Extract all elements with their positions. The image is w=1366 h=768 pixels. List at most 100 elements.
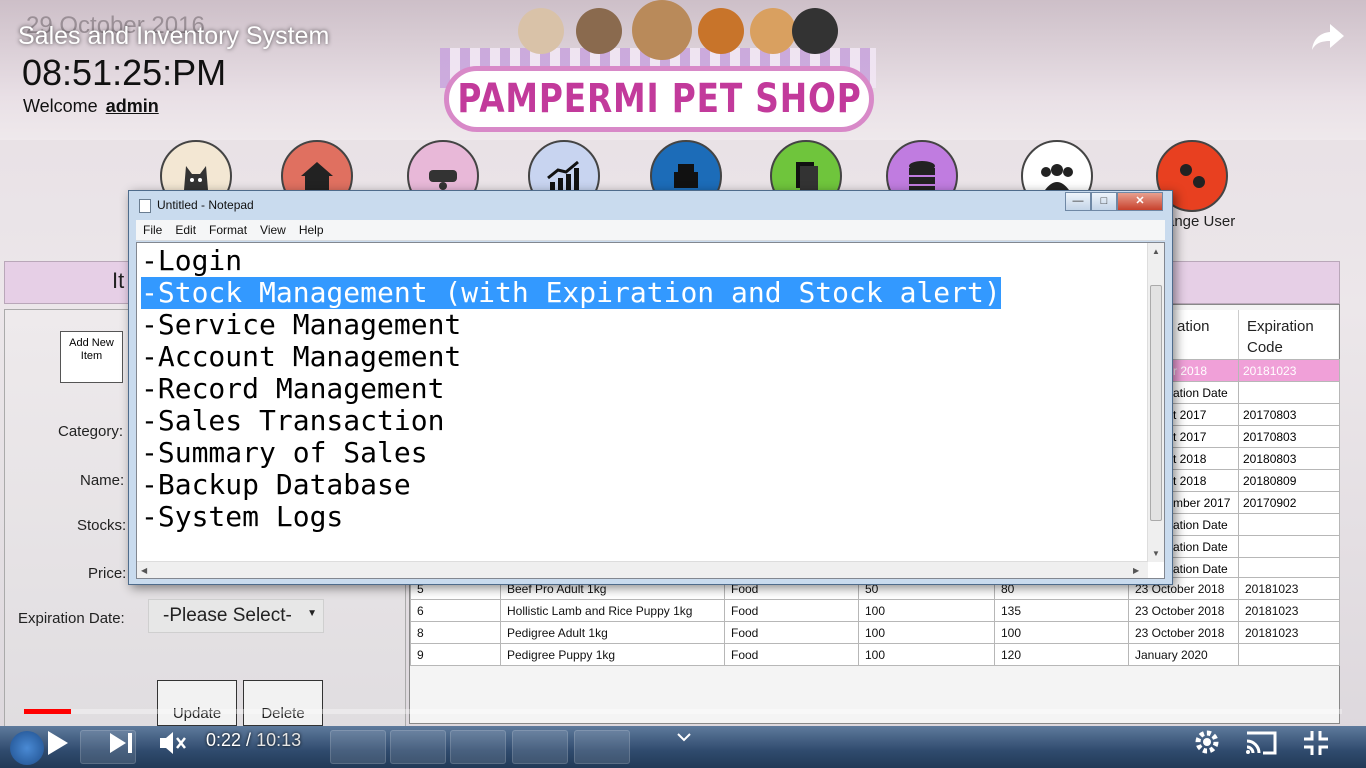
selected-text-line[interactable]: -Stock Management (with Expiration and S… xyxy=(141,277,1001,309)
shop-logo: PAMPERMI PET SHOP xyxy=(440,0,876,136)
table-cell: January 2020 xyxy=(1128,643,1239,666)
text-line[interactable]: -Sales Transaction xyxy=(141,405,444,437)
table-row[interactable]: 9 Pedigree Puppy 1kg Food 100 120 January 202… xyxy=(410,643,1340,666)
progress-played xyxy=(24,709,72,714)
name-label: Name: xyxy=(80,472,125,489)
table-cell: mber 2017 xyxy=(1168,491,1239,514)
table-cell: ation Date xyxy=(1168,513,1239,536)
scrollbar-thumb[interactable] xyxy=(1150,285,1162,521)
video-title[interactable]: Sales and Inventory System xyxy=(18,22,329,51)
table-cell: 100 xyxy=(994,621,1129,644)
table-cell: Pedigree Puppy 1kg xyxy=(500,643,725,666)
app-taskbar-icon[interactable] xyxy=(512,730,568,764)
table-cell: t 2018 xyxy=(1168,447,1239,470)
text-line[interactable]: -Login xyxy=(141,245,242,277)
notepad-taskbar-icon[interactable] xyxy=(450,730,506,764)
minimize-button[interactable]: — xyxy=(1065,192,1091,211)
table-row[interactable]: r 2018 20181023 xyxy=(1168,359,1340,382)
scroll-right-icon[interactable]: ▶ xyxy=(1133,566,1139,575)
table-cell: r 2018 xyxy=(1168,359,1239,382)
add-new-item-button[interactable]: Add New Item xyxy=(60,331,123,383)
clock-label: 08:51:25:PM xyxy=(22,52,227,93)
expiration-header[interactable]: ation xyxy=(1168,310,1238,360)
table-cell xyxy=(1238,535,1340,558)
chevron-down-icon[interactable] xyxy=(676,732,692,742)
scroll-left-icon[interactable]: ◀ xyxy=(141,566,147,575)
menu-view[interactable]: View xyxy=(253,220,292,237)
text-line[interactable]: -Record Management xyxy=(141,373,444,405)
cast-icon[interactable] xyxy=(1243,729,1279,757)
table-row[interactable]: mber 2017 20170902 xyxy=(1168,491,1340,514)
table-row[interactable]: t 2017 20170803 xyxy=(1168,425,1340,448)
username-link[interactable]: admin xyxy=(106,96,159,116)
current-time: 0:22 xyxy=(206,730,242,750)
expiration-select[interactable]: -Please Select- ▼ xyxy=(148,599,324,633)
window-title: Untitled - Notepad xyxy=(157,198,254,212)
exit-fullscreen-icon[interactable] xyxy=(1302,729,1330,757)
scroll-down-icon[interactable]: ▼ xyxy=(1152,549,1160,558)
table-cell: 100 xyxy=(858,643,995,666)
visual-studio-taskbar-icon[interactable] xyxy=(390,730,446,764)
menu-file[interactable]: File xyxy=(136,220,168,237)
play-icon[interactable] xyxy=(46,729,70,757)
table-cell: 23 October 2018 xyxy=(1128,599,1239,622)
text-line[interactable]: -Account Management xyxy=(141,341,461,373)
total-time: 10:13 xyxy=(256,730,302,750)
table-row[interactable]: ation Date xyxy=(1168,381,1340,404)
menu-format[interactable]: Format xyxy=(202,220,253,237)
dog-icon xyxy=(698,8,744,54)
items-table-visible-part: r 2018 20181023 ation Date t 2017 20170803 t … xyxy=(1168,359,1340,580)
table-cell: 9 xyxy=(410,643,501,666)
text-line[interactable]: -Service Management xyxy=(141,309,461,341)
table-cell xyxy=(1238,513,1340,536)
update-button[interactable]: Update xyxy=(157,680,237,726)
table-row[interactable]: ation Date xyxy=(1168,513,1340,536)
chevron-down-icon: ▼ xyxy=(307,608,317,619)
next-icon[interactable] xyxy=(108,731,134,755)
table-cell: t 2018 xyxy=(1168,469,1239,492)
table-cell xyxy=(1238,381,1340,404)
scroll-up-icon[interactable]: ▲ xyxy=(1152,247,1160,256)
welcome-text: Welcome admin xyxy=(23,96,159,117)
table-row[interactable]: 8 Pedigree Adult 1kg Food 100 100 23 October … xyxy=(410,621,1340,644)
text-line[interactable]: -System Logs xyxy=(141,501,343,533)
app-taskbar-icon[interactable] xyxy=(574,730,630,764)
share-icon[interactable] xyxy=(1310,22,1346,52)
dog-icon xyxy=(518,8,564,54)
table-row[interactable]: t 2018 20180809 xyxy=(1168,469,1340,492)
table-cell: 23 October 2018 xyxy=(1128,621,1239,644)
gear-icon[interactable] xyxy=(1192,727,1222,757)
maximize-button[interactable]: □ xyxy=(1091,192,1117,211)
opera-taskbar-icon[interactable] xyxy=(330,730,386,764)
logo-banner: PAMPERMI PET SHOP xyxy=(444,66,874,132)
table-cell: Food xyxy=(724,599,859,622)
horizontal-scrollbar[interactable]: ◀ ▶ xyxy=(137,561,1148,578)
table-row[interactable]: t 2017 20170803 xyxy=(1168,403,1340,426)
expiration-select-value: -Please Select- xyxy=(163,605,292,626)
notepad-window[interactable]: Untitled - Notepad — □ ✕ File Edit Format V… xyxy=(128,190,1173,585)
text-line[interactable]: -Backup Database xyxy=(141,469,411,501)
start-orb-icon[interactable] xyxy=(10,731,44,765)
menu-edit[interactable]: Edit xyxy=(168,220,202,237)
table-cell: 20170803 xyxy=(1238,403,1340,426)
table-row[interactable]: 6 Hollistic Lamb and Rice Puppy 1kg Food 10… xyxy=(410,599,1340,622)
delete-button[interactable]: Delete xyxy=(243,680,323,726)
table-cell: 20181023 xyxy=(1238,577,1340,600)
table-row[interactable]: ation Date xyxy=(1168,535,1340,558)
table-row[interactable]: t 2018 20180803 xyxy=(1168,447,1340,470)
table-cell: 8 xyxy=(410,621,501,644)
notepad-icon xyxy=(139,199,151,213)
close-button[interactable]: ✕ xyxy=(1117,192,1163,211)
table-cell: 100 xyxy=(858,621,995,644)
menu-help[interactable]: Help xyxy=(292,220,330,237)
muted-volume-icon[interactable] xyxy=(158,729,188,757)
text-line[interactable]: -Summary of Sales xyxy=(141,437,428,469)
table-cell: 20170803 xyxy=(1238,425,1340,448)
progress-track[interactable] xyxy=(24,709,1342,714)
expiration-code-header[interactable]: Expiration Code xyxy=(1238,310,1338,360)
table-cell: t 2017 xyxy=(1168,403,1239,426)
vertical-scrollbar[interactable]: ▲ ▼ xyxy=(1147,243,1164,562)
table-cell: Food xyxy=(724,643,859,666)
items-table: 5 Beef Pro Adult 1kg Food 50 80 23 October 20… xyxy=(410,577,1340,666)
text-editor[interactable]: -Login -Stock Management (with Expiration… xyxy=(136,242,1165,579)
